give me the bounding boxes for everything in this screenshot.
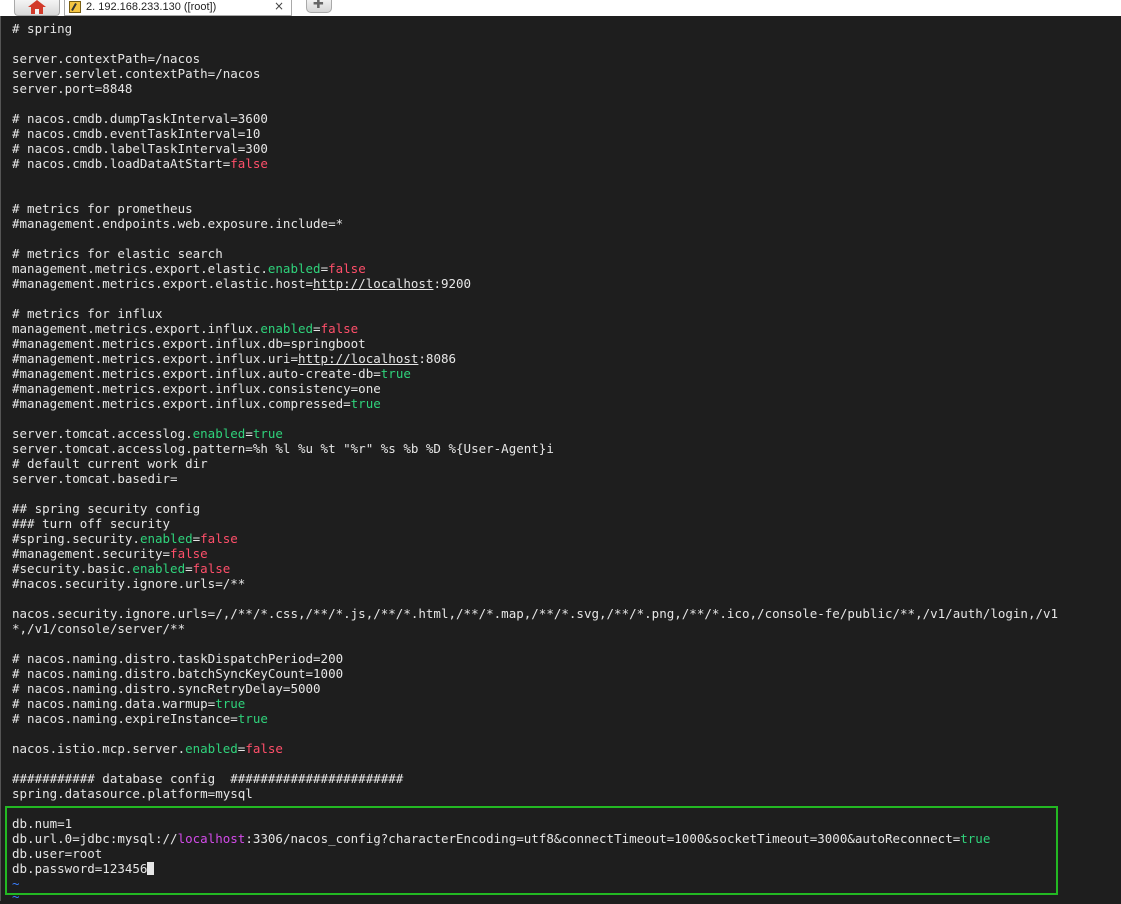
line-text: #management.metrics.export.influx.uri= xyxy=(12,351,298,366)
terminal-line: #spring.security.enabled=false xyxy=(12,531,238,546)
terminal-line: server.tomcat.accesslog.pattern=%h %l %u… xyxy=(12,441,554,456)
keyword: enabled xyxy=(185,741,238,756)
terminal-line: # nacos.cmdb.eventTaskInterval=10 xyxy=(12,126,261,141)
terminal-line: # nacos.naming.expireInstance=true xyxy=(12,711,268,726)
keyword: enabled xyxy=(267,261,321,276)
terminal-line: # metrics for influx xyxy=(12,306,163,321)
terminal-line: # nacos.cmdb.loadDataAtStart=false xyxy=(12,156,268,171)
line-text: # nacos.naming.expireInstance= xyxy=(12,711,238,726)
line-text: #management.security= xyxy=(12,546,171,561)
home-icon xyxy=(28,0,46,14)
close-tab-icon[interactable]: × xyxy=(274,0,284,14)
line-text: :8086 xyxy=(418,351,457,366)
terminal-line: ## spring security config xyxy=(12,501,201,516)
boolean-value: false xyxy=(245,741,283,756)
terminal-line: *,/v1/console/server/** xyxy=(12,621,186,636)
line-text: #spring.security. xyxy=(12,531,140,546)
boolean-value: true xyxy=(350,396,381,411)
terminal-line: nacos.istio.mcp.server.enabled=false xyxy=(12,741,283,756)
terminal-line: #management.security=false xyxy=(12,546,208,561)
terminal-line: #management.endpoints.web.exposure.inclu… xyxy=(12,216,344,231)
terminal-line: # default current work dir xyxy=(12,456,208,471)
terminal-line: # nacos.naming.data.warmup=true xyxy=(12,696,245,711)
line-text: :9200 xyxy=(433,276,472,291)
terminal-line: management.metrics.export.elastic.enable… xyxy=(12,261,366,276)
terminal-line: spring.datasource.platform=mysql xyxy=(12,786,253,801)
line-text: #management.metrics.export.elastic.host= xyxy=(12,276,314,291)
terminal-line: server.contextPath=/nacos xyxy=(12,51,201,66)
terminal-line: # nacos.naming.distro.taskDispatchPeriod… xyxy=(12,651,344,666)
boolean-value: false xyxy=(320,321,359,336)
boolean-value: false xyxy=(328,261,366,276)
terminal-line: # nacos.cmdb.dumpTaskInterval=3600 xyxy=(12,111,268,126)
keyword: enabled xyxy=(139,531,193,546)
tab-session-title: 2. 192.168.233.130 ([root]) xyxy=(86,1,217,13)
terminal-line: management.metrics.export.influx.enabled… xyxy=(12,321,358,336)
line-text: #management.metrics.export.influx.compre… xyxy=(12,396,351,411)
line-text: = xyxy=(313,321,321,336)
terminal-output[interactable]: # spring server.contextPath=/nacos serve… xyxy=(0,16,1121,904)
terminal-line: # metrics for prometheus xyxy=(12,201,193,216)
terminal-session-icon xyxy=(69,1,81,13)
line-text: management.metrics.export.influx. xyxy=(12,321,261,336)
boolean-value: true xyxy=(237,711,268,726)
url-link[interactable]: http://localhost xyxy=(298,351,418,366)
tab-session[interactable]: 2. 192.168.233.130 ([root]) × xyxy=(64,0,292,16)
boolean-value: true xyxy=(252,426,283,441)
boolean-value: true xyxy=(215,696,246,711)
line-text: # nacos.cmdb.loadDataAtStart= xyxy=(12,156,231,171)
terminal-line: ### turn off security xyxy=(12,516,171,531)
line-text: = xyxy=(245,426,253,441)
terminal-line: #security.basic.enabled=false xyxy=(12,561,230,576)
tab-bar: 2. 192.168.233.130 ([root]) × ✚ xyxy=(0,0,1121,16)
keyword: enabled xyxy=(192,426,246,441)
line-text: = xyxy=(185,561,193,576)
terminal-line: ########### database config ############… xyxy=(12,771,404,786)
line-text: server.tomcat.accesslog. xyxy=(12,426,193,441)
new-tab-button[interactable]: ✚ xyxy=(306,0,332,13)
keyword: enabled xyxy=(132,561,186,576)
line-text: #security.basic. xyxy=(12,561,133,576)
terminal-line: server.servlet.contextPath=/nacos xyxy=(12,66,261,81)
boolean-value: false xyxy=(170,546,208,561)
boolean-value: false xyxy=(200,531,238,546)
plus-icon: ✚ xyxy=(313,0,324,12)
terminal-line: nacos.security.ignore.urls=/,/**/*.css,/… xyxy=(12,606,1059,621)
boolean-value: false xyxy=(230,156,268,171)
line-text: nacos.istio.mcp.server. xyxy=(12,741,186,756)
terminal-line: #management.metrics.export.influx.db=spr… xyxy=(12,336,366,351)
line-text: management.metrics.export.elastic. xyxy=(12,261,268,276)
terminal-line: # metrics for elastic search xyxy=(12,246,223,261)
highlight-box xyxy=(5,806,1058,895)
terminal-line: # nacos.naming.distro.batchSyncKeyCount=… xyxy=(12,666,344,681)
terminal-line: #nacos.security.ignore.urls=/** xyxy=(12,576,246,591)
terminal-line: #management.metrics.export.influx.uri=ht… xyxy=(12,351,456,366)
terminal-line: #management.metrics.export.influx.auto-c… xyxy=(12,366,411,381)
terminal-line: server.tomcat.accesslog.enabled=true xyxy=(12,426,283,441)
terminal-line: # spring xyxy=(12,21,73,36)
terminal-line: #management.metrics.export.influx.compre… xyxy=(12,396,381,411)
line-text: # nacos.naming.data.warmup= xyxy=(12,696,216,711)
boolean-value: false xyxy=(192,561,231,576)
terminal-line: #management.metrics.export.influx.consis… xyxy=(12,381,381,396)
terminal-line: #management.metrics.export.elastic.host=… xyxy=(12,276,471,291)
terminal-line: # nacos.naming.distro.syncRetryDelay=500… xyxy=(12,681,321,696)
url-link[interactable]: http://localhost xyxy=(313,276,433,291)
terminal-line: # nacos.cmdb.labelTaskInterval=300 xyxy=(12,141,268,156)
line-text: = xyxy=(320,261,329,276)
home-tab[interactable] xyxy=(14,0,60,16)
keyword: enabled xyxy=(260,321,314,336)
terminal-line: server.tomcat.basedir= xyxy=(12,471,178,486)
boolean-value: true xyxy=(380,366,411,381)
terminal-line: server.port=8848 xyxy=(12,81,133,96)
line-text: #management.metrics.export.influx.auto-c… xyxy=(12,366,381,381)
